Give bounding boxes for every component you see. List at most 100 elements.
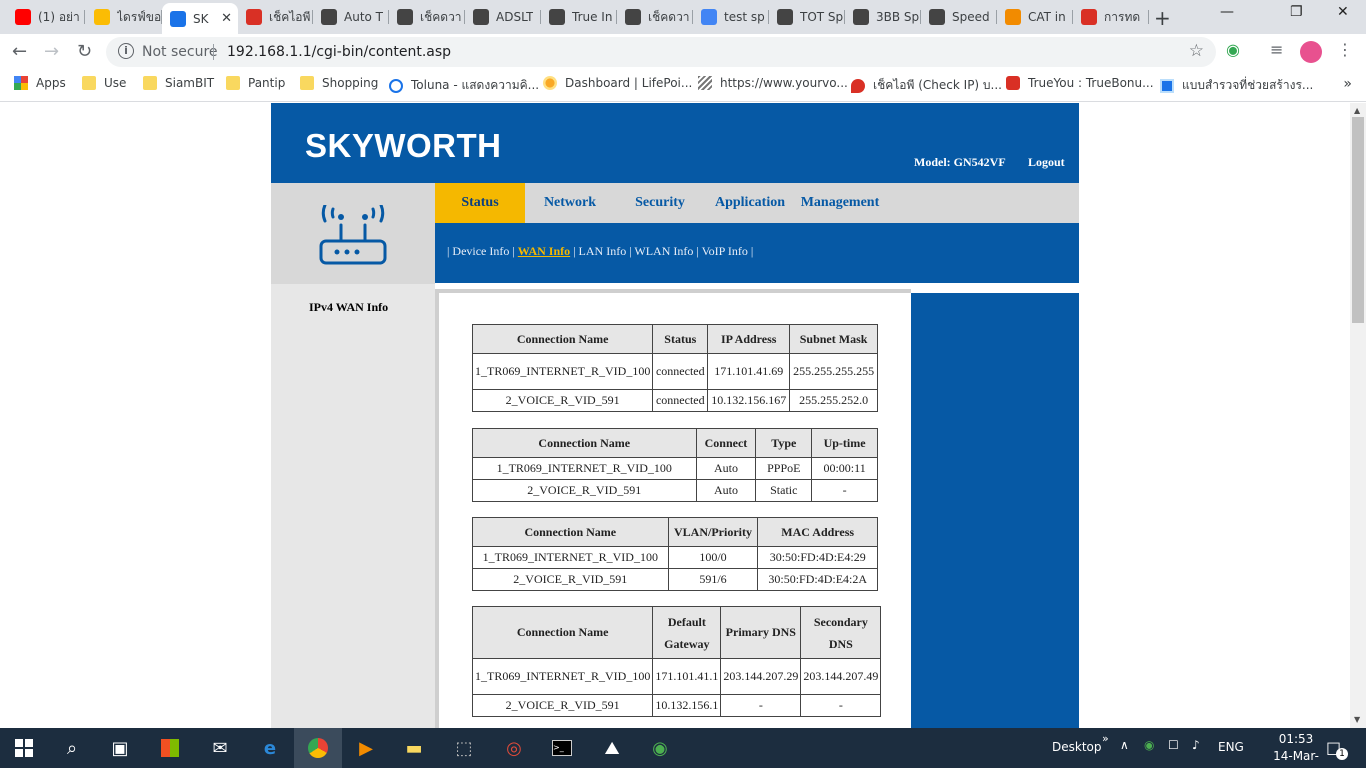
tab-4[interactable]: Auto T <box>313 4 389 30</box>
tab-title: Auto T <box>344 10 384 24</box>
chrome-menu-icon[interactable]: ⋮ <box>1337 40 1353 59</box>
bookmark-item[interactable]: Shopping <box>300 76 378 90</box>
mail-icon[interactable]: ✉ <box>196 728 244 768</box>
menu-management[interactable]: Management <box>795 183 885 223</box>
bookmark-label: แบบสำรวจที่ช่วยสร้างร... <box>1182 78 1314 92</box>
edge-icon[interactable]: e <box>246 728 294 768</box>
back-icon[interactable]: ← <box>12 41 27 62</box>
sidebar-item-ipv4-wan-info[interactable]: IPv4 WAN Info <box>309 300 388 315</box>
bookmark-item[interactable]: Toluna - แสดงความคิ... <box>389 76 539 95</box>
bookmark-item[interactable]: https://www.yourvo... <box>698 76 848 90</box>
tab-6[interactable]: ADSLT <box>465 4 541 30</box>
submenu-device-info[interactable]: Device Info <box>452 244 509 258</box>
clock[interactable]: 01:53 14-Mar-20 <box>1270 731 1322 768</box>
reload-icon[interactable]: ↻ <box>77 41 92 62</box>
network-tool-icon[interactable]: ⬚ <box>440 728 488 768</box>
close-tab-icon[interactable]: ✕ <box>221 11 232 26</box>
media-queue-icon[interactable]: ≡ <box>1270 40 1283 59</box>
store-icon[interactable] <box>146 728 194 768</box>
bookmark-item[interactable]: แบบสำรวจที่ช่วยสร้างร... <box>1160 76 1313 95</box>
bookmark-item[interactable]: Dashboard | LifePoi... <box>543 76 692 90</box>
tab-3[interactable]: เช็คไอพี <box>238 4 313 30</box>
forward-icon[interactable]: → <box>44 41 59 62</box>
utorrent-tray-icon[interactable]: ◉ <box>1144 738 1154 752</box>
tab-10[interactable]: TOT Sp <box>769 4 845 30</box>
address-bar[interactable]: i Not secure 192.168.1.1/cgi-bin/content… <box>106 37 1216 67</box>
tab-5[interactable]: เช็คดวา <box>389 4 465 30</box>
windows-start-icon[interactable] <box>0 728 48 768</box>
clock-time: 01:53 <box>1278 732 1314 746</box>
search-icon[interactable]: ⌕ <box>48 728 96 768</box>
taskbar: ⌕ ▣ ✉ e ▶ ▬ ⬚ ◎ >_ ⛰ ◉ Desktop » ∧ ◉ ☐ ♪… <box>0 728 1366 768</box>
bookmark-item[interactable]: TrueYou : TrueBonu... <box>1006 76 1154 90</box>
menu-network[interactable]: Network <box>525 183 615 223</box>
desktop-toolbar-label[interactable]: Desktop <box>1052 740 1102 754</box>
volume-icon[interactable]: ♪ <box>1192 738 1200 752</box>
bookmark-item[interactable]: เช็คไอพี (Check IP) บ... <box>851 76 1002 95</box>
bookmark-star-icon[interactable]: ☆ <box>1189 41 1204 61</box>
security-status[interactable]: Not secure <box>142 44 218 60</box>
command-prompt-icon[interactable]: >_ <box>538 728 586 768</box>
submenu-wan-info[interactable]: WAN Info <box>518 244 570 258</box>
info-icon[interactable]: i <box>118 43 134 59</box>
tray-overflow-chevron-icon[interactable]: ∧ <box>1120 738 1129 752</box>
tab-14[interactable]: การทด <box>1073 4 1149 30</box>
tab-8[interactable]: เช็คดวา <box>617 4 693 30</box>
speed-icon <box>625 9 641 25</box>
tab-7[interactable]: True In <box>541 4 617 30</box>
tab-11[interactable]: 3BB Sp <box>845 4 921 30</box>
tab-1[interactable]: ไดรฟ์ขอ <box>86 4 162 30</box>
photos-icon[interactable]: ⛰ <box>588 728 636 768</box>
page-scrollbar[interactable]: ▲ ▼ <box>1350 103 1366 728</box>
submenu-wlan-info[interactable]: WLAN Info <box>634 244 693 258</box>
menu-application[interactable]: Application <box>705 183 795 223</box>
table-header: Primary DNS <box>720 606 802 659</box>
scrollbar-thumb[interactable] <box>1352 117 1364 323</box>
tab-13[interactable]: CAT in <box>997 4 1073 30</box>
submenu-lan-info[interactable]: LAN Info <box>579 244 627 258</box>
tab-0[interactable]: (1) อย่า <box>7 4 85 30</box>
table-header: Connection Name <box>472 428 697 458</box>
utorrent-icon[interactable]: ◉ <box>636 728 684 768</box>
tab-2[interactable]: SK ✕ <box>162 3 238 34</box>
tab-title: เช็คดวา <box>420 9 462 24</box>
bookmark-item[interactable]: Use <box>82 76 126 90</box>
bookmark-item[interactable]: Pantip <box>226 76 285 90</box>
submenu-voip-info[interactable]: VoIP Info <box>702 244 748 258</box>
logout-link[interactable]: Logout <box>1028 155 1065 170</box>
task-view-icon[interactable]: ▣ <box>96 728 144 768</box>
compass-icon[interactable]: ◎ <box>490 728 538 768</box>
toolbar-expand-icon[interactable]: » <box>1102 732 1109 745</box>
drive-icon <box>94 9 110 25</box>
3bb-icon <box>853 9 869 25</box>
extension-globe-icon[interactable]: ◉ <box>1226 40 1240 59</box>
bookmark-item[interactable]: SiamBIT <box>143 76 214 90</box>
apps-grid-icon <box>14 76 28 90</box>
new-tab-button[interactable]: + <box>1154 6 1171 30</box>
more-bookmarks-icon[interactable]: » <box>1343 76 1352 92</box>
table-header: Connection Name <box>471 606 654 659</box>
table-header: Connection Name <box>472 517 669 547</box>
table-header: IP Address <box>707 324 791 354</box>
url-text[interactable]: 192.168.1.1/cgi-bin/content.asp <box>227 44 451 60</box>
scroll-down-arrow-icon[interactable]: ▼ <box>1354 715 1360 724</box>
network-tray-icon[interactable]: ☐ <box>1168 738 1179 752</box>
bookmark-item[interactable]: Apps <box>14 76 66 90</box>
bookmark-label: Toluna - แสดงความคิ... <box>411 78 540 92</box>
language-indicator[interactable]: ENG <box>1218 740 1244 754</box>
close-window-button[interactable]: ✕ <box>1337 4 1349 20</box>
tab-9[interactable]: test sp <box>693 4 769 30</box>
maximize-button[interactable]: ❐ <box>1290 4 1303 20</box>
menu-security[interactable]: Security <box>615 183 705 223</box>
ip-pin-icon <box>851 78 865 93</box>
file-explorer-icon[interactable]: ▬ <box>390 728 438 768</box>
bookmark-label: Apps <box>36 76 66 90</box>
chrome-icon[interactable] <box>294 728 342 768</box>
media-player-icon[interactable]: ▶ <box>342 728 390 768</box>
minimize-button[interactable]: — <box>1220 4 1234 20</box>
profile-avatar[interactable] <box>1300 41 1322 63</box>
menu-status[interactable]: Status <box>435 183 525 223</box>
scroll-up-arrow-icon[interactable]: ▲ <box>1354 106 1360 115</box>
tab-12[interactable]: Speed <box>921 4 997 30</box>
table-header: Connection Name <box>471 324 654 354</box>
